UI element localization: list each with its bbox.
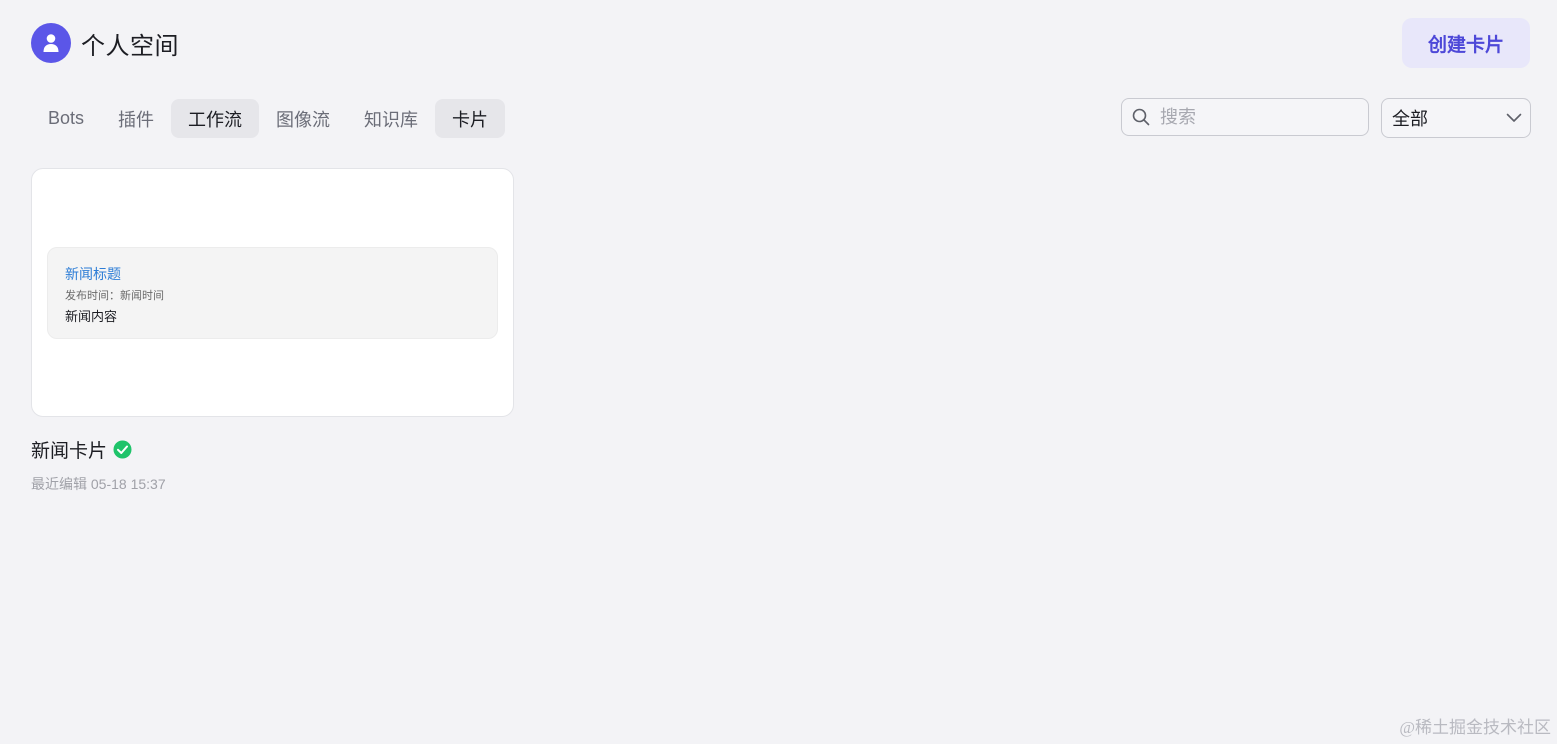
tab-knowledge[interactable]: 知识库 — [347, 99, 435, 138]
tab-plugins[interactable]: 插件 — [101, 99, 171, 138]
published-check-icon — [113, 440, 132, 459]
create-card-button[interactable]: 创建卡片 — [1402, 18, 1530, 68]
search-icon — [1132, 108, 1150, 126]
card-item[interactable]: 新闻标题 发布时间：新闻时间 新闻内容 — [31, 168, 514, 417]
filter-select[interactable]: 全部 — [1381, 98, 1531, 138]
filter-selected-value: 全部 — [1392, 109, 1428, 129]
card-name[interactable]: 新闻卡片 — [31, 436, 107, 463]
personal-space-page: 个人空间 创建卡片 Bots 插件 工作流 图像流 知识库 卡片 全部 新闻标题… — [0, 0, 1557, 744]
watermark: @稀土掘金技术社区 — [1399, 718, 1551, 737]
page-title: 个人空间 — [81, 32, 179, 60]
user-icon — [42, 33, 60, 53]
tab-workflow[interactable]: 工作流 — [171, 99, 260, 138]
tab-bots[interactable]: Bots — [31, 99, 101, 138]
card-title-row: 新闻卡片 — [31, 436, 132, 463]
card-preview: 新闻标题 发布时间：新闻时间 新闻内容 — [47, 247, 498, 339]
chevron-down-icon — [1506, 113, 1522, 123]
category-tabs: Bots 插件 工作流 图像流 知识库 卡片 — [31, 99, 506, 138]
search-box[interactable] — [1121, 98, 1369, 136]
tab-cards[interactable]: 卡片 — [435, 99, 506, 138]
tab-imageflow[interactable]: 图像流 — [259, 99, 347, 138]
preview-news-title: 新闻标题 — [65, 266, 121, 282]
avatar[interactable] — [31, 23, 71, 63]
page-header: 个人空间 — [31, 23, 179, 63]
preview-news-content: 新闻内容 — [65, 309, 118, 324]
card-last-edited: 最近编辑 05-18 15:37 — [31, 476, 166, 492]
search-input[interactable] — [1158, 105, 1352, 129]
preview-publish-time: 发布时间：新闻时间 — [65, 290, 164, 302]
